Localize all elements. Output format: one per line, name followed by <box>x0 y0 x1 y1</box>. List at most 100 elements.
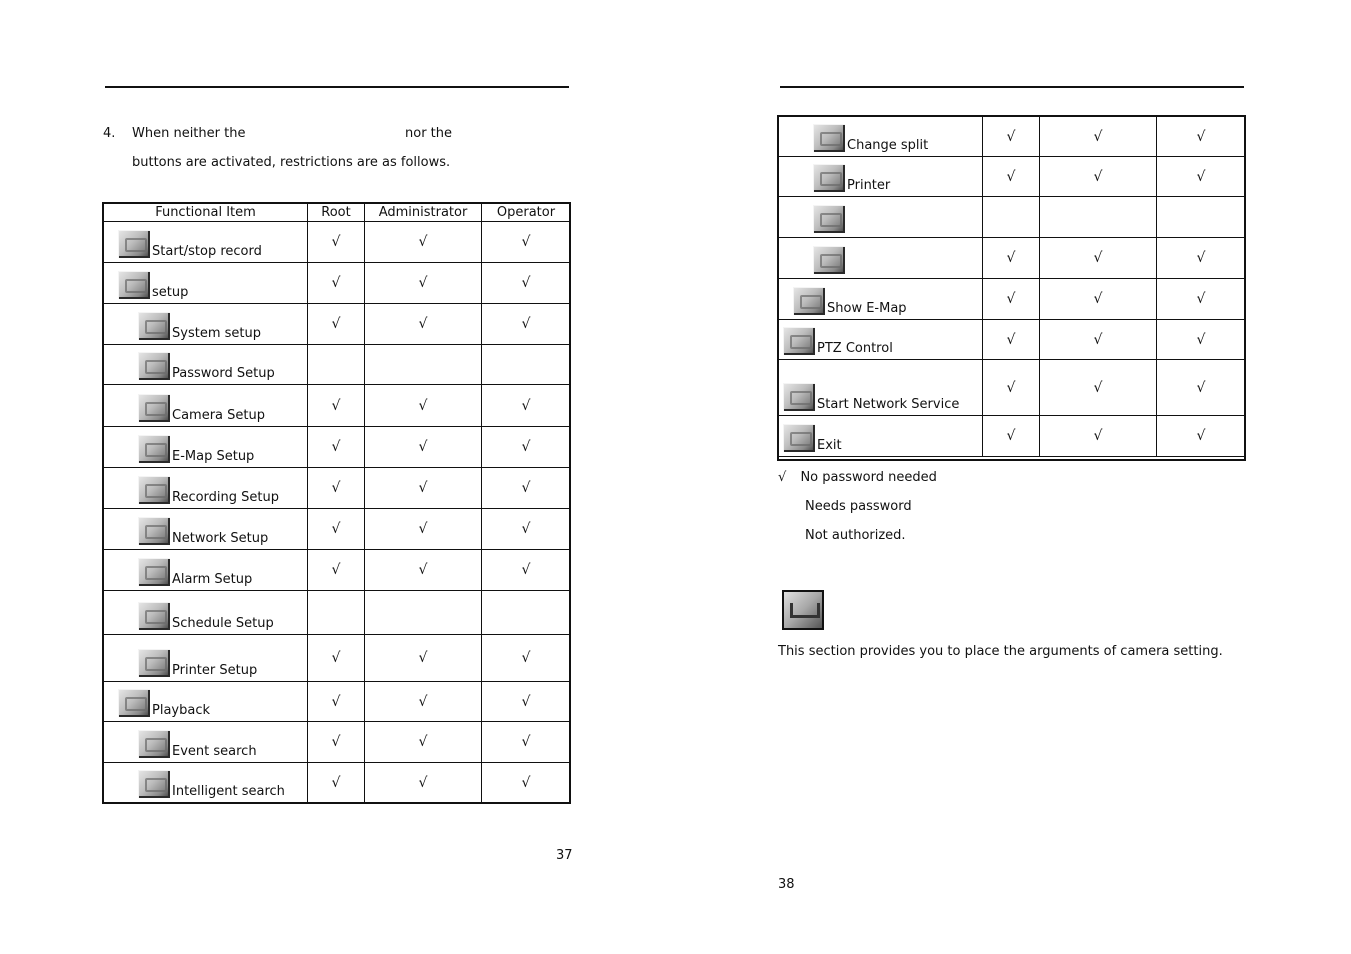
item-label: Event search <box>172 744 257 759</box>
item-label: Alarm Setup <box>172 572 253 587</box>
legend-needs-password: Needs password <box>805 499 912 514</box>
page-number-right: 38 <box>778 877 795 892</box>
password-setup-icon <box>138 352 170 380</box>
item-label: PTZ Control <box>817 341 893 356</box>
functional-item-cell: System setup <box>103 303 308 345</box>
intro-text-b: nor the <box>405 126 453 141</box>
intro-number: 4. <box>103 126 116 141</box>
network-setup-icon <box>138 517 170 545</box>
page-number-left: 37 <box>556 848 573 863</box>
functional-item-cell: Change split <box>778 116 983 157</box>
right-header-rule <box>780 86 1244 88</box>
functional-item-cell: E-Map Setup <box>103 426 308 468</box>
administrator-permission: √ <box>1039 415 1157 457</box>
legend-text: Not authorized. <box>805 528 906 543</box>
root-permission <box>307 344 365 385</box>
root-permission: √ <box>307 681 365 722</box>
operator-permission: √ <box>1156 359 1246 416</box>
operator-permission: √ <box>481 221 571 263</box>
operator-permission: √ <box>1156 156 1246 197</box>
network-service-icon <box>783 383 815 411</box>
operator-permission: √ <box>1156 319 1246 360</box>
functional-item-cell: Event search <box>103 721 308 763</box>
table-row: Playback √ √ √ <box>103 681 571 722</box>
header-operator: Operator <box>481 203 571 222</box>
operator-permission: √ <box>481 467 571 509</box>
root-permission: √ <box>307 384 365 427</box>
administrator-permission: √ <box>1039 116 1157 157</box>
operator-permission: √ <box>481 681 571 722</box>
administrator-permission <box>364 344 482 385</box>
operator-permission <box>481 590 571 635</box>
item-label: Printer <box>847 178 891 193</box>
event-search-icon <box>138 730 170 758</box>
root-permission: √ <box>307 221 365 263</box>
table-row: Alarm Setup √ √ √ <box>103 549 571 591</box>
item-label: Network Setup <box>172 531 269 546</box>
table-row: Change split √ √ √ <box>778 116 1246 157</box>
functional-item-cell: PTZ Control <box>778 319 983 360</box>
functional-item-cell: Camera Setup <box>103 384 308 427</box>
root-permission: √ <box>307 508 365 550</box>
administrator-permission: √ <box>364 681 482 722</box>
camera-setup-icon <box>138 394 170 422</box>
functional-item-cell: Alarm Setup <box>103 549 308 591</box>
administrator-permission: √ <box>364 508 482 550</box>
left-header-rule <box>105 86 569 88</box>
functional-item-cell: Recording Setup <box>103 467 308 509</box>
root-permission: √ <box>307 634 365 682</box>
root-permission: √ <box>982 237 1040 279</box>
snapshot-icon <box>813 205 845 233</box>
legend-no-password: √ No password needed <box>778 470 937 485</box>
table-row: Start/stop record √ √ √ <box>103 221 571 263</box>
emap-setup-icon <box>138 435 170 463</box>
permissions-table-right: Change split √ √ √ Printer √ √ √ √ √ √ Show E-Map √ √… <box>778 116 1246 457</box>
intro-line-2: buttons are activated, restrictions are … <box>132 155 451 170</box>
functional-item-cell: Show E-Map <box>778 278 983 320</box>
administrator-permission: √ <box>364 426 482 468</box>
item-label: Change split <box>847 138 929 153</box>
root-permission: √ <box>982 278 1040 320</box>
administrator-permission: √ <box>364 467 482 509</box>
table-row: Password Setup <box>103 344 571 385</box>
table-row: setup √ √ √ <box>103 262 571 304</box>
administrator-permission: √ <box>1039 278 1157 320</box>
administrator-permission: √ <box>364 384 482 427</box>
item-label: Playback <box>152 703 211 718</box>
functional-item-cell: Network Setup <box>103 508 308 550</box>
functional-item-cell: Printer <box>778 156 983 197</box>
operator-permission: √ <box>481 384 571 427</box>
table-row: Exit √ √ √ <box>778 415 1246 457</box>
item-label: E-Map Setup <box>172 449 255 464</box>
operator-permission: √ <box>1156 237 1246 279</box>
table-row: Schedule Setup <box>103 590 571 635</box>
playback-icon <box>118 689 150 717</box>
administrator-permission: √ <box>1039 237 1157 279</box>
root-permission: √ <box>982 319 1040 360</box>
operator-permission: √ <box>481 303 571 345</box>
root-permission: √ <box>307 426 365 468</box>
functional-item-cell: setup <box>103 262 308 304</box>
table-row: PTZ Control √ √ √ <box>778 319 1246 360</box>
item-label: Camera Setup <box>172 408 265 423</box>
operator-permission: √ <box>481 762 571 803</box>
system-setup-icon <box>138 312 170 340</box>
root-permission: √ <box>982 116 1040 157</box>
item-label: Exit <box>817 438 842 453</box>
table-row: Event search √ √ √ <box>103 721 571 763</box>
root-permission: √ <box>307 549 365 591</box>
exit-icon <box>783 424 815 452</box>
functional-item-cell: Schedule Setup <box>103 590 308 635</box>
root-permission <box>982 196 1040 238</box>
operator-permission: √ <box>481 426 571 468</box>
table-row: √ √ √ <box>778 237 1246 279</box>
item-label: Printer Setup <box>172 663 258 678</box>
table-row: Recording Setup √ √ √ <box>103 467 571 509</box>
table-row: E-Map Setup √ √ √ <box>103 426 571 468</box>
setup-icon <box>118 271 150 299</box>
table-row: Start Network Service √ √ √ <box>778 359 1246 416</box>
item-label: Start Network Service <box>817 397 960 412</box>
administrator-permission: √ <box>364 721 482 763</box>
operator-permission <box>481 344 571 385</box>
operator-permission: √ <box>481 721 571 763</box>
